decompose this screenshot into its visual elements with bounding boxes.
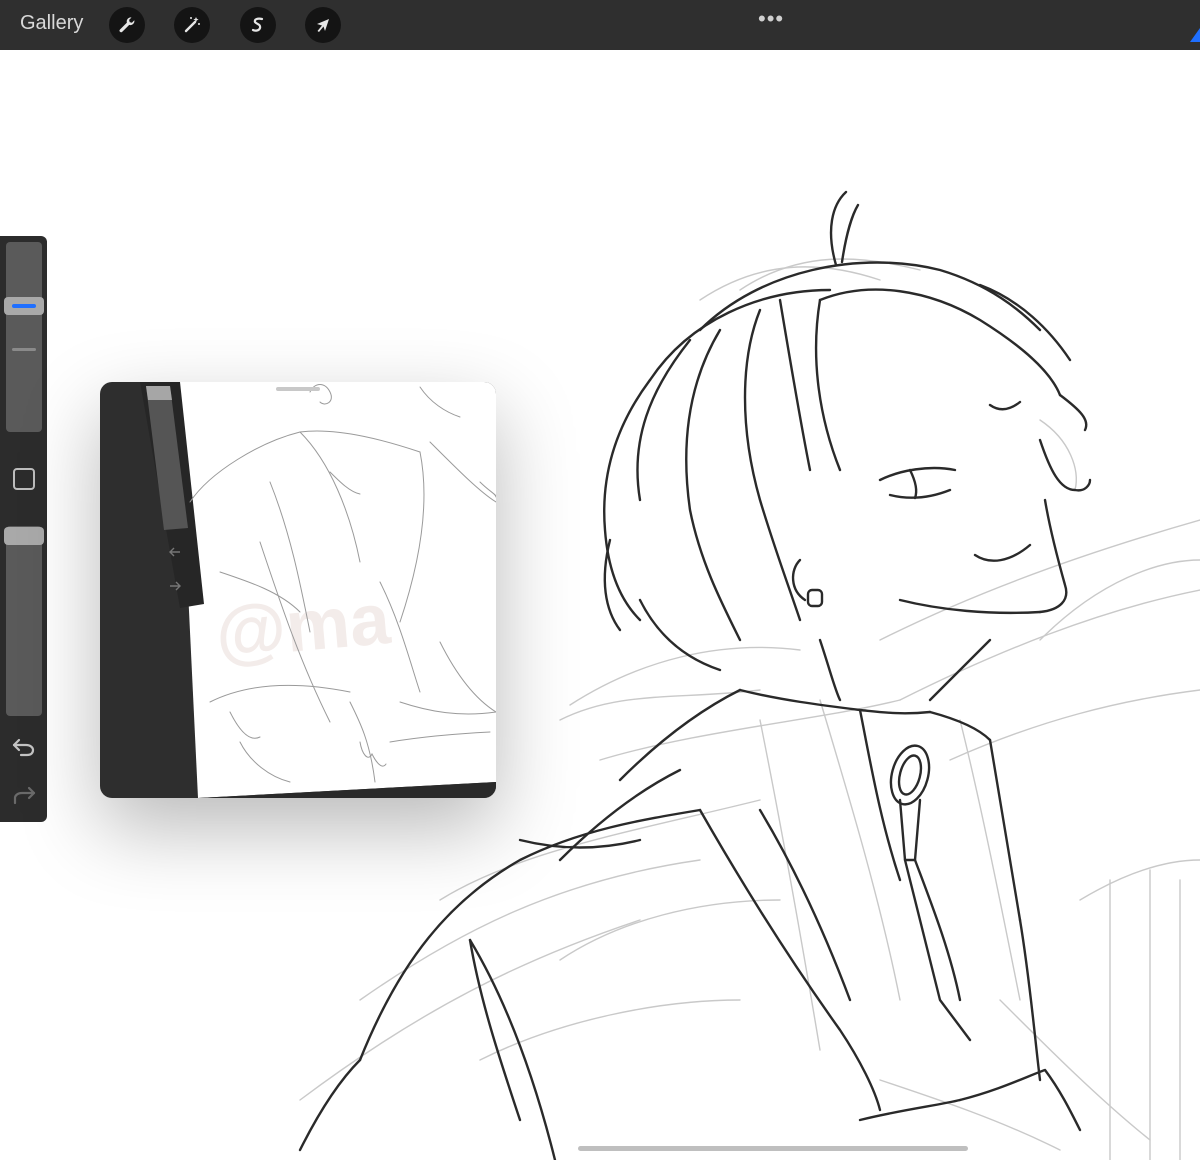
reference-drag-handle[interactable]: [276, 387, 320, 391]
brush-size-thumb[interactable]: [4, 297, 44, 315]
magic-wand-icon: [184, 17, 200, 33]
brush-size-preview: [12, 348, 36, 351]
transform-button[interactable]: [305, 7, 341, 43]
wrench-icon: [119, 17, 135, 33]
top-toolbar: Gallery •••: [0, 0, 1200, 50]
redo-arrow-icon[interactable]: [11, 784, 37, 806]
brush-color-icon[interactable]: [1186, 28, 1200, 42]
arrow-cursor-icon: [317, 19, 329, 32]
reference-watermark: @ma: [212, 579, 394, 674]
opacity-thumb[interactable]: [4, 527, 44, 545]
reference-window[interactable]: @ma: [100, 382, 496, 798]
sidebar: [0, 236, 47, 822]
selection-s-icon: [251, 17, 264, 32]
selection-button[interactable]: [240, 7, 276, 43]
adjustments-button[interactable]: [174, 7, 210, 43]
opacity-slider[interactable]: [6, 526, 42, 716]
undo-arrow-icon[interactable]: [11, 736, 37, 758]
square-modify-icon[interactable]: [13, 468, 35, 490]
brush-size-indicator: [12, 304, 36, 308]
gallery-button[interactable]: Gallery: [20, 12, 83, 35]
home-indicator[interactable]: [578, 1146, 968, 1151]
brush-size-slider[interactable]: [6, 242, 42, 432]
reference-image: @ma: [140, 382, 496, 798]
more-options-button[interactable]: •••: [758, 6, 784, 32]
actions-button[interactable]: [109, 7, 145, 43]
